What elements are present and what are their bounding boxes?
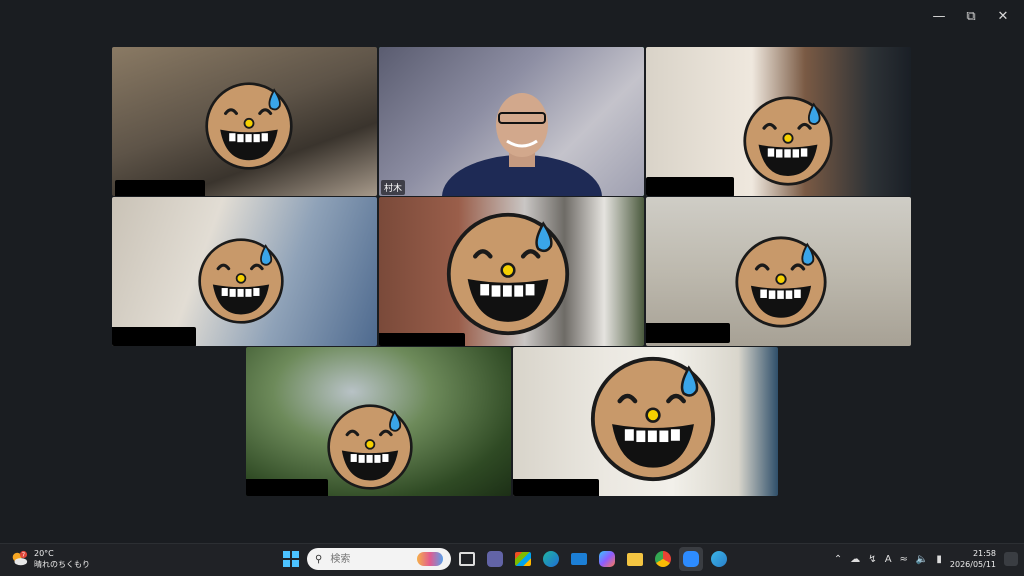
system-tray: ⌃ ☁ ↯ A ≈ 🔈 ▮ 21:58 2026/05/11: [834, 548, 1018, 570]
chrome-icon[interactable]: [651, 547, 675, 571]
copilot-icon[interactable]: [595, 547, 619, 571]
participant-tile-3[interactable]: [646, 47, 911, 196]
emoji-face-icon: [445, 211, 571, 337]
search-input[interactable]: [328, 552, 403, 566]
browser-icon[interactable]: [707, 547, 731, 571]
emoji-face-icon: [589, 355, 717, 483]
chevron-up-icon[interactable]: ⌃: [834, 554, 842, 565]
search-highlight-icon: [417, 552, 443, 566]
redacted-name: [646, 177, 734, 196]
mail-icon[interactable]: [567, 547, 591, 571]
taskbar-apps: ⚲: [279, 547, 731, 571]
wifi-icon[interactable]: ≈: [900, 554, 908, 565]
participant-tile-7[interactable]: [246, 347, 511, 496]
redacted-name: [246, 479, 328, 496]
search-box[interactable]: ⚲: [307, 548, 451, 570]
participant-tile-8[interactable]: [513, 347, 778, 496]
teams-icon[interactable]: [483, 547, 507, 571]
emoji-face-icon: [742, 95, 834, 187]
participant-tile-4[interactable]: [112, 197, 377, 346]
network-status-icon[interactable]: ↯: [868, 554, 876, 565]
svg-text:7: 7: [22, 552, 25, 558]
emoji-face-icon: [197, 237, 285, 325]
file-explorer-icon[interactable]: [623, 547, 647, 571]
minimize-icon[interactable]: —: [926, 6, 952, 26]
edge-icon[interactable]: [539, 547, 563, 571]
redacted-name: [646, 323, 730, 343]
clock-time: 21:58: [972, 549, 996, 558]
taskbar: 7 20°C 晴れのちくもり ⚲ ⌃ ☁ ↯ A ≈ 🔈 ▮: [0, 543, 1024, 576]
weather-icon: 7: [12, 550, 28, 566]
search-icon: ⚲: [315, 553, 323, 565]
notification-icon[interactable]: [1004, 552, 1018, 566]
store-icon[interactable]: [511, 547, 535, 571]
windows-start-icon[interactable]: [279, 547, 303, 571]
zoom-icon[interactable]: [679, 547, 703, 571]
weather-desc: 晴れのちくもり: [34, 560, 90, 569]
cloud-icon[interactable]: ☁: [850, 554, 860, 565]
restore-icon[interactable]: ⧉: [958, 6, 984, 26]
clock-date: 2026/05/11: [949, 560, 996, 569]
redacted-name: [513, 479, 599, 496]
volume-icon[interactable]: 🔈: [916, 554, 928, 565]
ime-indicator[interactable]: A: [885, 554, 892, 565]
emoji-face-icon: [326, 403, 414, 491]
participant-tile-2[interactable]: 村木: [379, 47, 644, 196]
emoji-face-icon: [734, 235, 828, 329]
task-view-icon[interactable]: [455, 547, 479, 571]
weather-temp: 20°C: [34, 549, 54, 558]
battery-icon[interactable]: ▮: [936, 554, 942, 565]
weather-widget[interactable]: 7 20°C 晴れのちくもり: [10, 548, 90, 570]
redacted-name: [379, 333, 465, 346]
participant-name: 村木: [381, 180, 406, 195]
participant-tile-6[interactable]: [646, 197, 911, 346]
redacted-name: [115, 180, 205, 196]
window-controls: — ⧉ ✕: [926, 6, 1016, 26]
speaker-person: [442, 93, 602, 196]
redacted-name: [112, 327, 196, 346]
clock[interactable]: 21:58 2026/05/11: [950, 548, 996, 570]
close-icon[interactable]: ✕: [990, 6, 1016, 26]
emoji-face-icon: [204, 81, 294, 171]
participant-tile-5[interactable]: [379, 197, 644, 346]
participant-tile-1[interactable]: [112, 47, 377, 196]
